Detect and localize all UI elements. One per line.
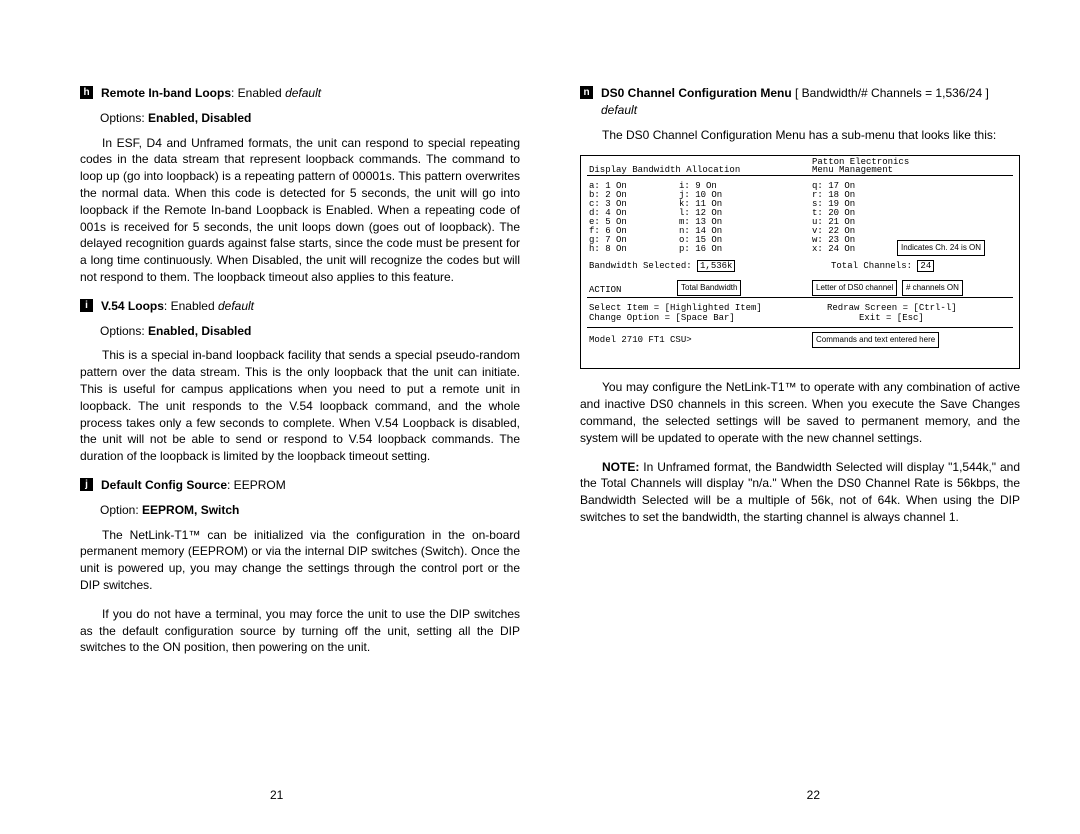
para-note: NOTE: In Unframed format, the Bandwidth … bbox=[580, 459, 1020, 526]
page-num-left: 21 bbox=[270, 788, 283, 802]
box-i: i bbox=[80, 299, 93, 312]
item-i: i V.54 Loops: Enabled default bbox=[80, 298, 520, 315]
item-n: n DS0 Channel Configuration Menu [ Bandw… bbox=[580, 85, 1020, 119]
left-column: h Remote In-band Loops: Enabled default … bbox=[80, 85, 520, 834]
para-i: This is a special in-band loopback facil… bbox=[80, 347, 520, 465]
intro: The DS0 Channel Configuration Menu has a… bbox=[580, 127, 1020, 144]
page-num-right: 22 bbox=[807, 788, 820, 802]
menu-screenshot: Display Bandwidth Allocation Patton Elec… bbox=[580, 155, 1020, 369]
para-j1: The NetLink-T1™ can be initialized via t… bbox=[80, 527, 520, 594]
para-j2: If you do not have a terminal, you may f… bbox=[80, 606, 520, 656]
para-h: In ESF, D4 and Unframed formats, the uni… bbox=[80, 135, 520, 286]
box-h: h bbox=[80, 86, 93, 99]
para-r1: You may configure the NetLink-T1™ to ope… bbox=[580, 379, 1020, 446]
right-column: n DS0 Channel Configuration Menu [ Bandw… bbox=[580, 85, 1020, 834]
item-h: h Remote In-band Loops: Enabled default bbox=[80, 85, 520, 102]
box-n: n bbox=[580, 86, 593, 99]
item-j: j Default Config Source: EEPROM bbox=[80, 477, 520, 494]
box-j: j bbox=[80, 478, 93, 491]
